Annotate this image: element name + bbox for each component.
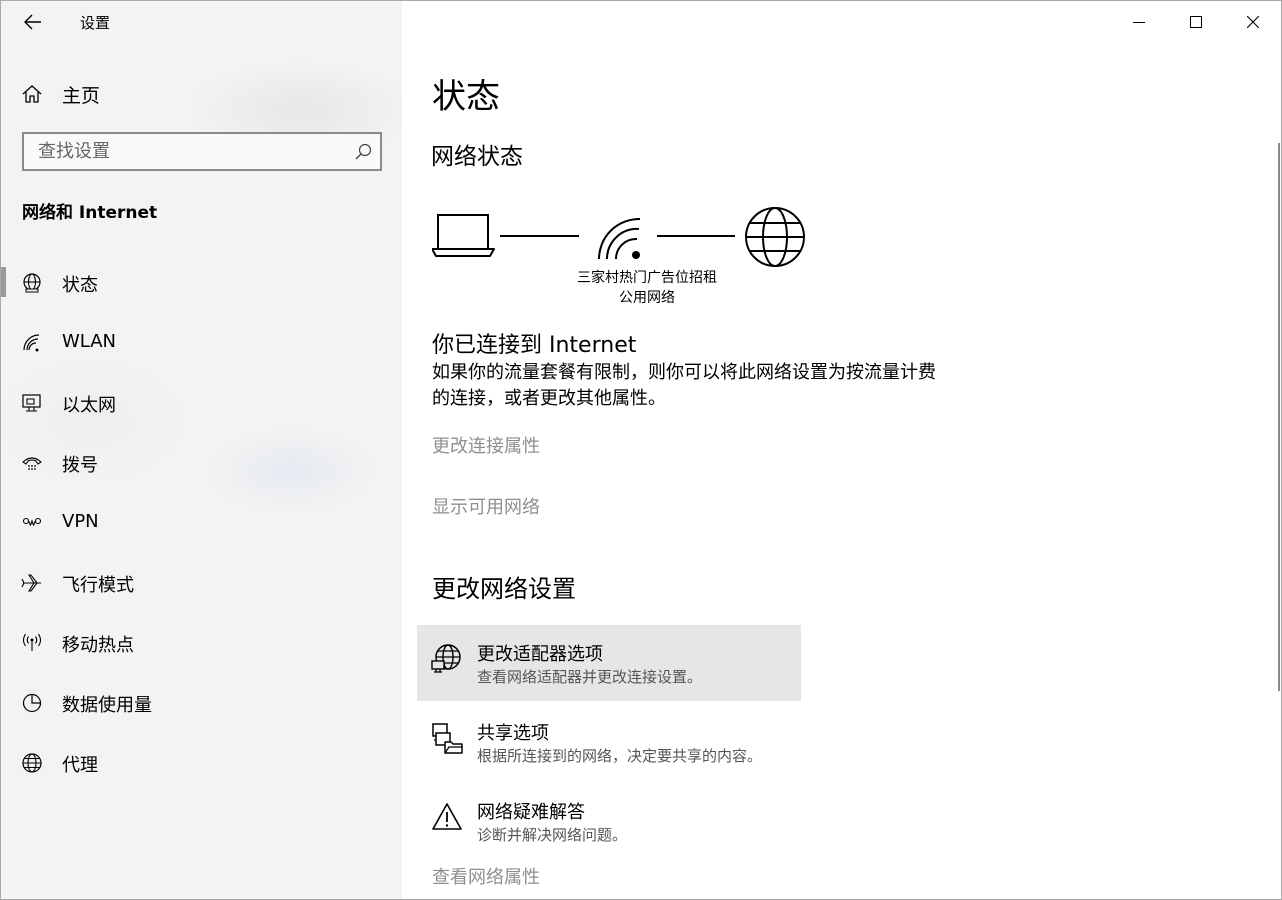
maximize-button[interactable] bbox=[1167, 1, 1224, 43]
network-status-heading: 网络状态 bbox=[431, 144, 523, 170]
sidebar-item-label: WLAN bbox=[62, 331, 117, 352]
sidebar-item-proxy[interactable]: 代理 bbox=[1, 741, 402, 785]
network-diagram-graphic bbox=[432, 207, 805, 267]
option-description: 诊断并解决网络问题。 bbox=[477, 826, 628, 844]
sidebar: 设置 主页 网络和 Internet 状态 bbox=[1, 1, 402, 899]
change-connection-properties-link[interactable]: 更改连接属性 bbox=[432, 432, 540, 458]
sidebar-item-label: 以太网 bbox=[62, 395, 116, 416]
sidebar-item-dialup[interactable]: 拨号 bbox=[1, 441, 402, 485]
sidebar-item-label: 拨号 bbox=[62, 455, 98, 476]
warning-icon bbox=[432, 803, 462, 830]
home-icon bbox=[22, 85, 42, 103]
dialup-icon bbox=[22, 457, 42, 470]
show-available-networks-link[interactable]: 显示可用网络 bbox=[432, 493, 540, 519]
sidebar-item-airplane[interactable]: 飞行模式 bbox=[1, 561, 402, 605]
option-description: 根据所连接到的网络，决定要共享的内容。 bbox=[477, 747, 763, 765]
search-box[interactable] bbox=[22, 132, 382, 171]
vpn-icon bbox=[22, 517, 42, 527]
title-bar: 设置 bbox=[1, 1, 402, 43]
page-title: 状态 bbox=[432, 77, 500, 117]
sidebar-item-wlan[interactable]: WLAN bbox=[1, 321, 402, 365]
option-description: 查看网络适配器并更改连接设置。 bbox=[477, 668, 703, 686]
network-troubleshooter-button[interactable]: 网络疑难解答 诊断并解决网络问题。 bbox=[417, 783, 801, 859]
sidebar-item-label: 移动热点 bbox=[62, 635, 134, 656]
section-title: 网络和 Internet bbox=[22, 203, 158, 223]
settings-window: 设置 主页 网络和 Internet 状态 bbox=[0, 0, 1282, 900]
search-icon[interactable] bbox=[354, 143, 372, 161]
data-usage-icon bbox=[22, 693, 42, 713]
airplane-icon bbox=[21, 574, 41, 592]
laptop-icon bbox=[432, 214, 495, 257]
status-globe-icon bbox=[23, 273, 41, 293]
back-arrow-icon bbox=[24, 14, 41, 30]
wifi-icon bbox=[23, 334, 40, 352]
sidebar-item-label: 状态 bbox=[62, 275, 98, 296]
app-title: 设置 bbox=[80, 14, 111, 32]
ethernet-icon bbox=[22, 394, 41, 412]
sidebar-item-label: 代理 bbox=[62, 755, 98, 776]
scrollbar[interactable] bbox=[1278, 143, 1280, 691]
back-button[interactable] bbox=[13, 5, 53, 39]
minimize-button[interactable] bbox=[1110, 1, 1167, 43]
sidebar-item-home[interactable]: 主页 bbox=[1, 73, 402, 113]
sidebar-item-label: 数据使用量 bbox=[62, 695, 152, 716]
sharing-options-button[interactable]: 共享选项 根据所连接到的网络，决定要共享的内容。 bbox=[417, 704, 801, 780]
wifi-signal-icon bbox=[598, 217, 641, 260]
option-title: 共享选项 bbox=[477, 723, 549, 744]
sidebar-item-status[interactable]: 状态 bbox=[1, 261, 402, 305]
sharing-icon bbox=[432, 723, 463, 754]
network-info: 三家村热门广告位招租 公用网络 bbox=[562, 268, 732, 308]
network-type: 公用网络 bbox=[619, 290, 675, 306]
hotspot-icon bbox=[22, 633, 42, 651]
sidebar-item-ethernet[interactable]: 以太网 bbox=[1, 381, 402, 425]
network-diagram: 三家村热门广告位招租 公用网络 bbox=[432, 201, 812, 311]
sidebar-item-label: 飞行模式 bbox=[62, 575, 134, 596]
search-input[interactable] bbox=[24, 134, 344, 169]
close-icon bbox=[1246, 16, 1259, 28]
change-adapter-options-button[interactable]: 更改适配器选项 查看网络适配器并更改连接设置。 bbox=[417, 625, 801, 701]
sidebar-item-hotspot[interactable]: 移动热点 bbox=[1, 621, 402, 665]
connected-description: 如果你的流量套餐有限制，则你可以将此网络设置为按流量计费的连接，或者更改其他属性… bbox=[432, 362, 936, 409]
sidebar-item-vpn[interactable]: VPN bbox=[1, 501, 402, 545]
option-title: 网络疑难解答 bbox=[477, 802, 585, 823]
adapter-globe-icon bbox=[431, 644, 461, 673]
minimize-icon bbox=[1132, 22, 1145, 23]
sidebar-item-label: 主页 bbox=[62, 85, 101, 107]
sidebar-item-label: VPN bbox=[62, 511, 99, 532]
network-name: 三家村热门广告位招租 bbox=[577, 270, 717, 286]
internet-globe-icon bbox=[745, 207, 805, 267]
maximize-icon bbox=[1189, 16, 1202, 28]
view-network-properties-link[interactable]: 查看网络属性 bbox=[432, 863, 540, 889]
connected-title: 你已连接到 Internet bbox=[432, 333, 637, 358]
close-button[interactable] bbox=[1224, 1, 1281, 43]
globe-icon bbox=[22, 753, 42, 773]
main-content: 状态 网络状态 三家村热门广告位招租 公用网络 你已连接到 Internet 如… bbox=[402, 1, 1281, 899]
sidebar-item-data-usage[interactable]: 数据使用量 bbox=[1, 681, 402, 725]
option-title: 更改适配器选项 bbox=[477, 644, 603, 665]
change-network-settings-heading: 更改网络设置 bbox=[432, 575, 576, 603]
